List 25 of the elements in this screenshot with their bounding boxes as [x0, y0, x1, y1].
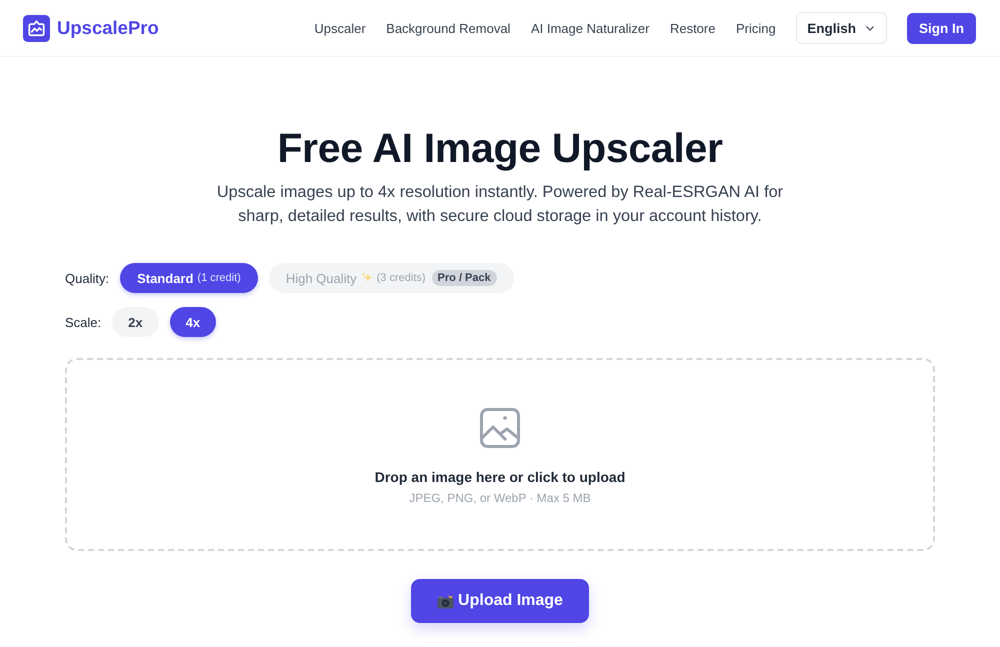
page-subtitle: Upscale images up to 4x resolution instantly. Powered by Real-ESRGAN AI for sharp, detailed results, with secure cloud storage in your account history.: [216, 182, 784, 227]
nav-link[interactable]: Restore: [670, 20, 716, 36]
upload-image-button[interactable]: Upload Image: [411, 579, 589, 623]
nav-link[interactable]: AI Image Naturalizer: [530, 20, 650, 36]
nav-link[interactable]: Pricing: [736, 20, 776, 36]
image-icon: [480, 408, 520, 448]
quality-label: Quality:: [65, 270, 110, 286]
scale-option[interactable]: 4x: [170, 307, 216, 337]
nav-link[interactable]: Background Removal: [386, 20, 510, 36]
quality-option[interactable]: Standard (1 credit): [120, 263, 258, 293]
nav-link[interactable]: Upscaler: [314, 20, 366, 36]
dropzone-title: Drop an image here or click to upload: [374, 469, 626, 485]
camera-flash-icon: [437, 594, 454, 608]
language-select[interactable]: English: [796, 12, 887, 44]
sparkle-icon: [360, 272, 373, 284]
page-title: Free AI Image Upscaler: [276, 124, 724, 172]
scale-option[interactable]: 2x: [112, 307, 159, 337]
sign-in-button[interactable]: Sign In: [907, 12, 976, 44]
upload-dropzone[interactable]: Drop an image here or click to upload JPEG, PNG, or WebP · Max 5 MB: [65, 358, 935, 551]
logo-icon: [23, 14, 50, 42]
chevron-down-icon: [866, 26, 874, 30]
scale-label: Scale:: [65, 314, 102, 330]
dropzone-hint: JPEG, PNG, or WebP · Max 5 MB: [409, 491, 591, 505]
brand-name[interactable]: UpscalePro: [57, 17, 159, 39]
plan-badge: Pro / Pack: [432, 270, 497, 286]
